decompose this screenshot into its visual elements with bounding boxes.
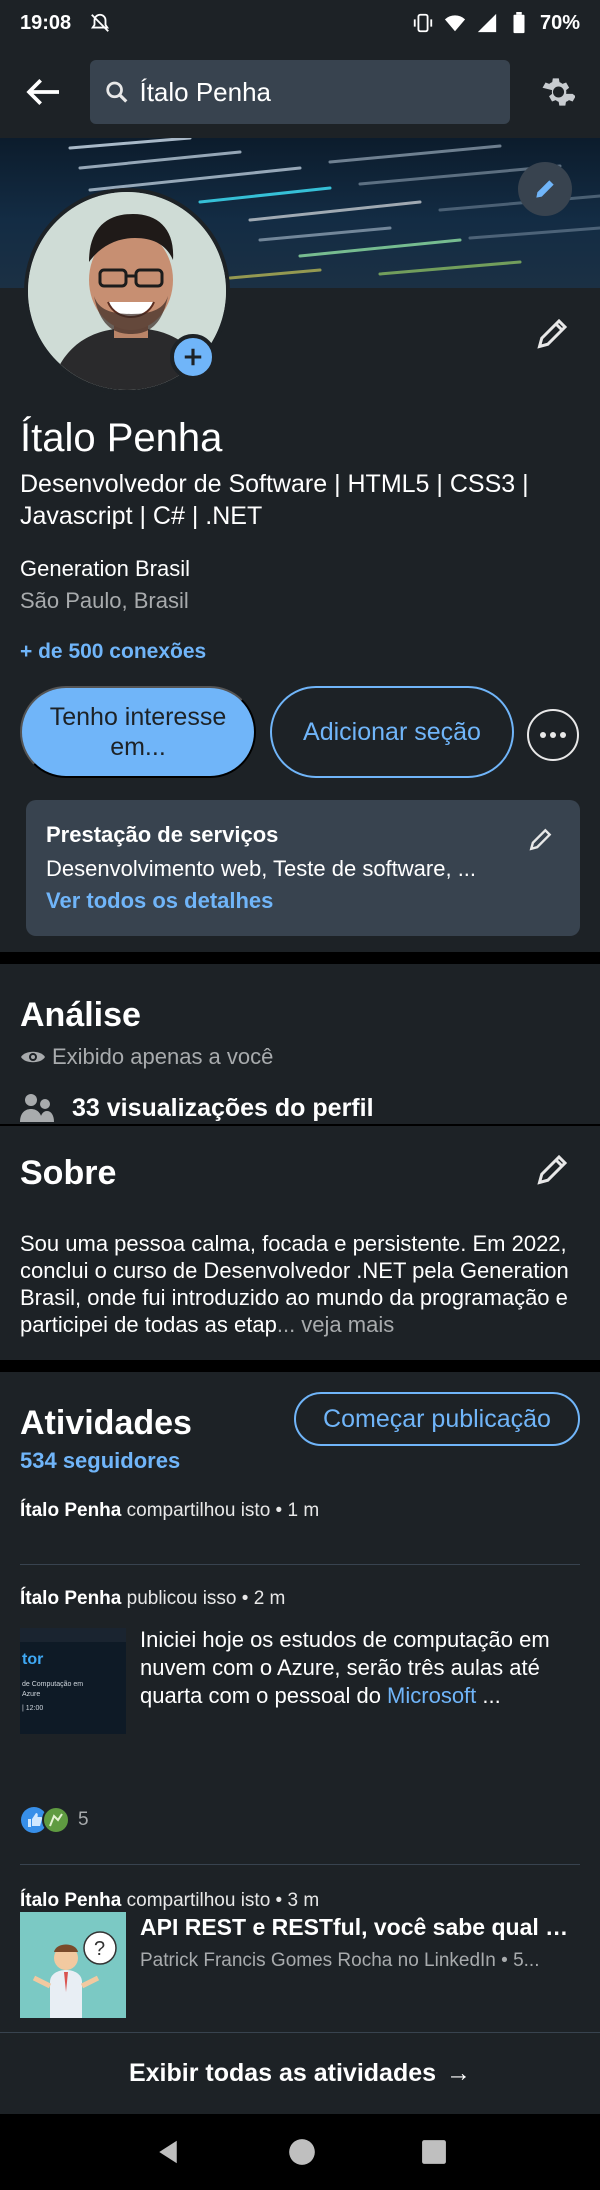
show-all-label: Exibir todas as atividades <box>128 2059 437 2087</box>
analytics-section: Análise Exibido apenas a você 33 visuali… <box>0 964 600 1124</box>
signal-icon <box>476 12 498 34</box>
show-all-activity-button[interactable]: Exibir todas as atividades → <box>0 2032 600 2114</box>
thumb-line-1: tor <box>22 1651 43 1668</box>
about-text[interactable]: Sou uma pessoa calma, focada e persisten… <box>20 1230 582 1338</box>
connections-link[interactable]: + de 500 conexões <box>20 640 206 664</box>
notifications-off-icon <box>89 12 111 34</box>
profile-card: Ítalo Penha Desenvolvedor de Software | … <box>0 138 600 952</box>
activity-item-2[interactable]: Ítalo Penha publicou isso • 2 m <box>20 1588 285 1610</box>
activity-title: Atividades <box>20 1404 192 1442</box>
top-bar <box>0 46 600 138</box>
gear-icon <box>542 78 575 106</box>
add-photo-button[interactable] <box>170 334 216 380</box>
analytics-private-note: Exibido apenas a você <box>20 1044 273 1070</box>
nav-home-icon[interactable] <box>288 2138 316 2166</box>
profile-views-text: 33 visualizações do perfil <box>72 1093 374 1122</box>
edit-services-button[interactable] <box>524 822 558 856</box>
shared-article-title[interactable]: API REST e RESTful, você sabe qual a di.… <box>140 1914 580 1941</box>
search-box[interactable] <box>90 60 510 124</box>
nav-recents-icon[interactable] <box>421 2139 447 2165</box>
activity-item-3[interactable]: Ítalo Penha compartilhou isto • 3 m <box>20 1890 319 1912</box>
start-post-button[interactable]: Começar publicação <box>294 1392 580 1446</box>
analytics-private-text: Exibido apenas a você <box>52 1044 274 1069</box>
add-section-button[interactable]: Adicionar seção <box>270 686 514 778</box>
activity-item-1[interactable]: Ítalo Penha compartilhou isto • 1 m <box>20 1500 319 1522</box>
about-section: Sobre Sou uma pessoa calma, focada e per… <box>0 1124 600 1360</box>
services-box[interactable]: Prestação de serviços Desenvolvimento we… <box>26 800 580 936</box>
profile-company[interactable]: Generation Brasil <box>20 556 190 582</box>
see-more-link[interactable]: ... veja mais <box>277 1312 394 1337</box>
status-bar: 19:08 70% <box>0 0 600 46</box>
arrow-right-icon: → <box>446 2059 472 2087</box>
svg-text:?: ? <box>94 1938 105 1960</box>
open-to-button[interactable]: Tenho interesse em... <box>20 686 256 778</box>
search-input[interactable] <box>139 76 496 108</box>
battery-level: 70% <box>539 11 580 34</box>
activity-section: Atividades 534 seguidores Começar public… <box>0 1372 600 2114</box>
profile-name: Ítalo Penha <box>20 416 223 460</box>
services-description: Desenvolvimento web, Teste de software, … <box>46 856 477 881</box>
edit-about-button[interactable] <box>528 1144 578 1194</box>
system-nav-bar <box>0 2114 600 2190</box>
shared-article-source: Patrick Francis Gomes Rocha no LinkedIn … <box>140 1950 540 1971</box>
pencil-icon <box>529 828 552 851</box>
about-title: Sobre <box>20 1154 117 1192</box>
thumb-line-3: Azure <box>22 1691 40 1698</box>
thumb-line-4: | 12:00 <box>22 1705 43 1712</box>
thumb-line-2: de Computação em <box>22 1681 83 1688</box>
pencil-icon <box>536 180 554 198</box>
edit-intro-button[interactable] <box>528 308 578 358</box>
analytics-title: Análise <box>20 996 141 1034</box>
services-title: Prestação de serviços <box>46 822 279 847</box>
more-options-button[interactable] <box>526 708 580 762</box>
settings-button[interactable] <box>532 68 580 116</box>
profile-headline: Desenvolvedor de Software | HTML5 | CSS3… <box>20 470 529 530</box>
post-thumbnail[interactable]: tor de Computação em Azure | 12:00 <box>20 1628 126 1734</box>
mention-link[interactable]: Microsoft <box>387 1683 476 1708</box>
divider <box>20 1564 580 1565</box>
followers-link[interactable]: 534 seguidores <box>20 1448 180 1474</box>
edit-banner-button[interactable] <box>518 162 572 216</box>
post-text[interactable]: Iniciei hoje os estudos de computação em… <box>140 1626 580 1710</box>
plus-icon <box>184 348 202 366</box>
battery-icon <box>508 12 530 34</box>
profile-views-item[interactable]: 33 visualizações do perfil <box>20 1092 374 1124</box>
celebrate-reaction-icon <box>42 1806 70 1834</box>
reaction-count: 5 <box>78 1809 89 1830</box>
profile-location: São Paulo, Brasil <box>20 588 189 613</box>
pencil-icon <box>537 318 568 349</box>
pencil-icon <box>537 1154 568 1185</box>
vibrate-icon <box>412 12 434 34</box>
eye-icon <box>21 1051 45 1063</box>
reactions-summary[interactable]: 5 <box>20 1806 89 1834</box>
wifi-icon <box>444 12 466 34</box>
back-arrow-icon <box>26 79 59 105</box>
shared-article-thumbnail[interactable]: ? <box>20 1912 126 2018</box>
back-button[interactable] <box>20 68 68 116</box>
people-icon <box>20 1094 54 1122</box>
status-time: 19:08 <box>20 11 72 34</box>
nav-back-icon[interactable] <box>153 2137 183 2167</box>
divider <box>20 1864 580 1865</box>
search-icon <box>106 81 128 103</box>
services-details-link[interactable]: Ver todos os detalhes <box>46 888 560 914</box>
